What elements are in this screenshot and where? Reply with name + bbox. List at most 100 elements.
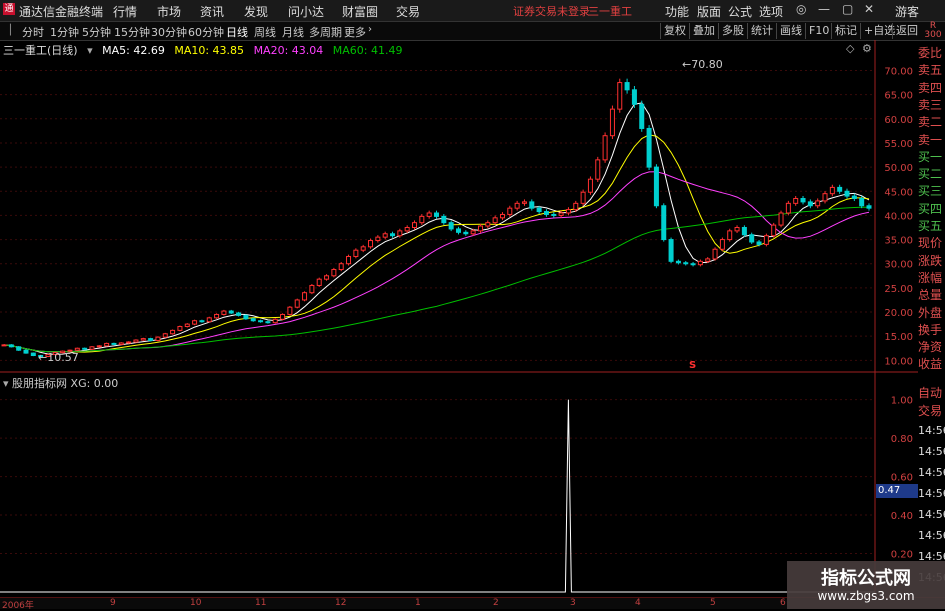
tb-mark[interactable]: 标记: [831, 23, 860, 39]
menu-news[interactable]: 资讯: [200, 3, 224, 20]
close-icon[interactable]: ✕: [864, 2, 874, 16]
period-daily[interactable]: 日线: [226, 24, 248, 40]
candle-body: [16, 346, 22, 351]
candle-body: [734, 226, 740, 232]
side-panel-item: 卖五: [918, 63, 943, 78]
side-panel-lower-item[interactable]: 自动: [918, 384, 945, 403]
candle-body: [807, 201, 813, 207]
candle-body: [565, 209, 571, 214]
ind-tick-label: 0.80: [891, 434, 913, 445]
minimize-icon[interactable]: —: [818, 2, 830, 16]
menu-discover[interactable]: 发现: [244, 3, 268, 20]
candle-body: [353, 249, 359, 257]
menu-wealth[interactable]: 财富圈: [342, 3, 378, 20]
restore-icon[interactable]: ▢: [842, 2, 853, 16]
period-monthly[interactable]: 月线: [282, 24, 304, 40]
tb-draw[interactable]: 画线: [776, 23, 805, 39]
period-more[interactable]: 更多: [344, 24, 366, 40]
menu-quotes[interactable]: 行情: [113, 3, 137, 20]
candle-body: [514, 202, 520, 209]
r-badge[interactable]: R 300: [922, 22, 944, 40]
indicator-toggle-icon[interactable]: ▾: [3, 377, 9, 390]
candle-body: [639, 103, 645, 129]
candle-body: [492, 217, 498, 224]
candle-body: [587, 178, 593, 193]
price-tick-label: 35.00: [884, 236, 913, 247]
period-1min[interactable]: 1分钟: [50, 24, 79, 40]
candle-body: [89, 346, 95, 350]
side-panel-item: 买三: [918, 184, 943, 199]
tb-overlay[interactable]: 叠加: [689, 23, 718, 39]
menu-market[interactable]: 市场: [157, 3, 181, 20]
date-tick-label: 6: [780, 598, 786, 608]
candle-body: [712, 248, 718, 260]
period-weekly[interactable]: 周线: [254, 24, 276, 40]
candle-body: [602, 135, 608, 161]
r-badge-sub: 300: [924, 30, 942, 40]
menu-formula[interactable]: 公式: [728, 3, 752, 20]
more-chevron-icon[interactable]: ›: [368, 24, 372, 35]
candle-body: [302, 292, 308, 301]
tb-f10[interactable]: F10: [805, 23, 832, 39]
tb-back[interactable]: 返回: [892, 23, 921, 39]
price-tick-label: 45.00: [884, 187, 913, 198]
menu-layout[interactable]: 版面: [697, 3, 721, 20]
period-15min[interactable]: 15分钟: [114, 24, 150, 40]
candle-body: [668, 239, 674, 262]
side-panel-item: 买二: [918, 167, 943, 182]
candle-body: [82, 347, 88, 350]
menu-ask[interactable]: 问小达: [288, 3, 324, 20]
date-tick-label: 12: [335, 598, 347, 608]
period-intraday[interactable]: 分时: [22, 24, 44, 40]
candle-body: [573, 202, 579, 211]
ind-tick-label: 1.00: [891, 396, 913, 407]
candle-body: [206, 317, 212, 323]
side-panel-lower-item[interactable]: 交易: [918, 402, 945, 421]
candle-body: [1, 344, 7, 347]
period-5min[interactable]: 5分钟: [82, 24, 111, 40]
help-icon[interactable]: ◎: [796, 2, 806, 16]
candle-body: [558, 212, 564, 216]
candle-body: [404, 226, 410, 232]
period-toolbar: ▏ 分时 1分钟 5分钟 15分钟 30分钟 60分钟 日线 周线 月线 多周期…: [0, 22, 945, 41]
tb-multi-stock[interactable]: 多股: [718, 23, 747, 39]
tb-adjust[interactable]: 复权: [660, 23, 689, 39]
candle-body: [551, 213, 557, 216]
side-panel-item: 买四: [918, 201, 943, 216]
candle-body: [375, 236, 381, 242]
menu-options[interactable]: 选项: [759, 3, 783, 20]
period-multi[interactable]: 多周期: [309, 24, 342, 40]
high-annotation: ←70.80: [682, 58, 723, 71]
candle-body: [258, 320, 264, 323]
price-chart[interactable]: 10.00 15.00 20.00 25.00 30.00 35.00 40.00 45.00…: [0, 40, 945, 609]
candle-body: [287, 306, 293, 315]
date-tick-label: 2: [493, 598, 499, 608]
app-logo-icon: 通: [3, 3, 15, 15]
ind-tick-label: 0.60: [891, 473, 913, 484]
tb-stats[interactable]: 统计: [747, 23, 776, 39]
side-panel-item: 卖一: [918, 132, 943, 147]
menu-trade[interactable]: 交易: [396, 3, 420, 20]
toolbar-handle-icon: ▏: [10, 25, 18, 36]
candle-body: [697, 260, 703, 266]
candle-body: [426, 212, 432, 217]
guest-user[interactable]: 游客: [895, 3, 919, 20]
login-status[interactable]: 证券交易未登录: [513, 3, 590, 19]
period-60min[interactable]: 60分钟: [188, 24, 224, 40]
candle-body: [778, 212, 784, 226]
candle-body: [631, 89, 637, 105]
ma20-line: [3, 171, 870, 353]
candle-body: [8, 344, 14, 348]
price-tick-label: 10.00: [884, 356, 913, 367]
candle-body: [221, 310, 227, 315]
xg-current-badge: 0.47: [876, 484, 918, 498]
price-tick-label: 55.00: [884, 139, 913, 150]
high-value: 70.80: [691, 58, 723, 71]
candle-body: [749, 234, 755, 243]
menu-function[interactable]: 功能: [665, 3, 689, 20]
signal-marker: S: [689, 360, 697, 371]
candle-body: [448, 222, 454, 230]
period-30min[interactable]: 30分钟: [151, 24, 187, 40]
candle-body: [309, 284, 315, 294]
candle-body: [800, 198, 806, 203]
